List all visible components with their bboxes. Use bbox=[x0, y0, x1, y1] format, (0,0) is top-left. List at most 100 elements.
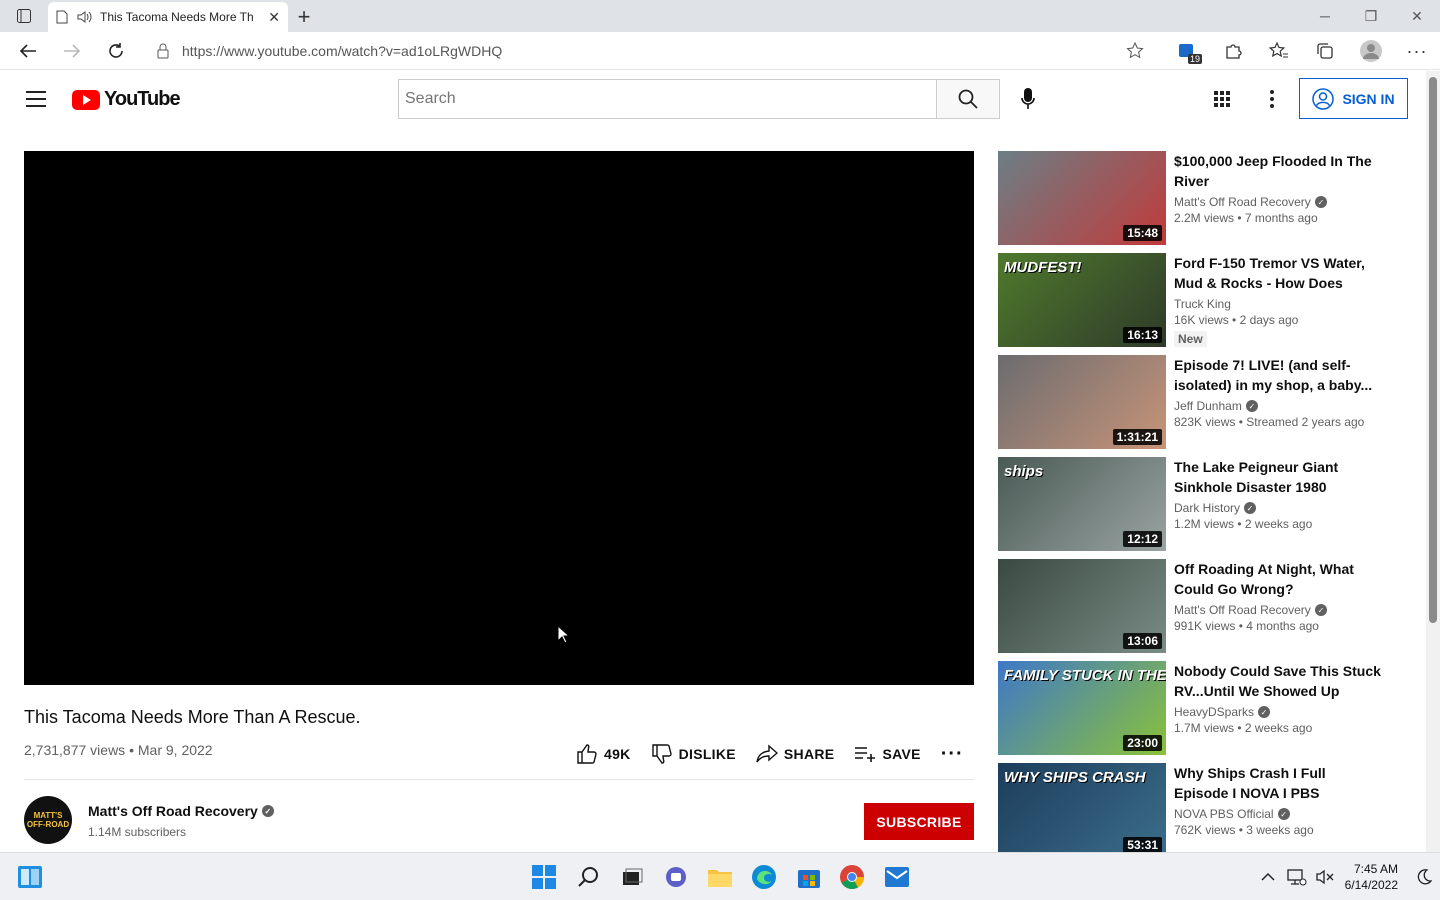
recommendation-title[interactable]: $100,000 Jeep Flooded In The River bbox=[1174, 151, 1384, 191]
recommendation-channel[interactable]: NOVA PBS Official ✓ bbox=[1174, 807, 1384, 821]
refresh-button[interactable] bbox=[94, 32, 138, 70]
profile-button[interactable] bbox=[1348, 32, 1394, 70]
tab-actions-button[interactable] bbox=[0, 0, 48, 32]
sign-in-button[interactable]: SIGN IN bbox=[1299, 78, 1408, 119]
show-hidden-icons-button[interactable] bbox=[1253, 872, 1283, 882]
channel-avatar[interactable]: MATT'S OFF-ROAD bbox=[24, 796, 72, 844]
add-favorite-icon[interactable] bbox=[1126, 42, 1144, 60]
recommendation-title[interactable]: The Lake Peigneur Giant Sinkhole Disaste… bbox=[1174, 457, 1384, 497]
video-thumbnail[interactable]: FAMILY STUCK IN THE DESERT!!! 23:00 bbox=[998, 661, 1166, 755]
edge-button[interactable] bbox=[750, 863, 778, 891]
share-button[interactable]: SHARE bbox=[756, 744, 835, 764]
minimize-button[interactable]: ─ bbox=[1302, 0, 1348, 32]
recommendation-meta: 2.2M views • 7 months ago bbox=[1174, 211, 1318, 225]
recommendation-item[interactable]: 1:31:21 Episode 7! LIVE! (and self-isolat… bbox=[998, 355, 1388, 457]
recommendation-title[interactable]: Ford F-150 Tremor VS Water, Mud & Rocks … bbox=[1174, 253, 1384, 293]
recommendation-channel[interactable]: HeavyDSparks ✓ bbox=[1174, 705, 1384, 719]
restore-button[interactable]: ❐ bbox=[1348, 0, 1394, 32]
extensions-button[interactable] bbox=[1210, 32, 1256, 70]
recommendation-info: Why Ships Crash I Full Episode I NOVA I … bbox=[1174, 763, 1384, 865]
video-age: Streamed 2 years ago bbox=[1246, 415, 1365, 429]
recommendation-channel[interactable]: Dark History ✓ bbox=[1174, 501, 1384, 515]
recommendation-channel[interactable]: Matt's Off Road Recovery ✓ bbox=[1174, 195, 1384, 209]
teams-chat-button[interactable] bbox=[662, 863, 690, 891]
widgets-button[interactable] bbox=[16, 863, 44, 891]
moon-icon bbox=[1417, 869, 1432, 885]
notifications-button[interactable] bbox=[1408, 869, 1440, 885]
mouse-cursor-icon bbox=[557, 625, 571, 644]
video-thumbnail[interactable]: ships 12:12 bbox=[998, 457, 1166, 551]
extension-button[interactable]: 19 bbox=[1164, 32, 1210, 70]
video-thumbnail[interactable]: MUDFEST! 16:13 bbox=[998, 253, 1166, 347]
favorites-button[interactable] bbox=[1256, 32, 1302, 70]
view-count: 2,731,877 views bbox=[24, 742, 126, 758]
video-player[interactable] bbox=[24, 151, 974, 685]
chat-icon bbox=[666, 867, 686, 887]
close-tab-icon[interactable]: ✕ bbox=[268, 9, 280, 26]
account-icon bbox=[1312, 87, 1335, 110]
search-button[interactable] bbox=[936, 79, 1000, 119]
url-field[interactable]: https://www.youtube.com/watch?v=ad1oLRgW… bbox=[144, 36, 1156, 66]
recommendation-title[interactable]: Nobody Could Save This Stuck RV...Until … bbox=[1174, 661, 1384, 701]
subscribe-button[interactable]: SUBSCRIBE bbox=[864, 803, 974, 840]
video-thumbnail[interactable]: 1:31:21 bbox=[998, 355, 1166, 449]
recommendation-item[interactable]: MUDFEST! 16:13 Ford F-150 Tremor VS Water,… bbox=[998, 253, 1388, 355]
recommendation-item[interactable]: WHY SHIPS CRASH 53:31 Why Ships Crash I Fu… bbox=[998, 763, 1388, 865]
youtube-logo[interactable]: YouTube bbox=[72, 88, 181, 111]
hamburger-icon bbox=[26, 91, 46, 107]
mail-button[interactable] bbox=[883, 863, 911, 891]
video-duration: 23:00 bbox=[1123, 735, 1162, 751]
recommendation-channel[interactable]: Truck King bbox=[1174, 297, 1384, 311]
browser-menu-button[interactable]: ··· bbox=[1394, 32, 1440, 70]
network-button[interactable] bbox=[1283, 868, 1311, 886]
start-button[interactable] bbox=[530, 863, 558, 891]
browser-toolbar: 19 ··· bbox=[1164, 32, 1440, 70]
scrollbar-thumb[interactable] bbox=[1429, 77, 1437, 623]
recommendation-item[interactable]: FAMILY STUCK IN THE DESERT!!! 23:00 Nobody… bbox=[998, 661, 1388, 763]
youtube-play-icon bbox=[72, 89, 100, 110]
recommendation-title[interactable]: Episode 7! LIVE! (and self-isolated) in … bbox=[1174, 355, 1384, 395]
page-scrollbar[interactable] bbox=[1426, 71, 1440, 852]
taskbar-search-button[interactable] bbox=[575, 863, 603, 891]
video-thumbnail[interactable]: WHY SHIPS CRASH 53:31 bbox=[998, 763, 1166, 857]
channel-name: NOVA PBS Official bbox=[1174, 807, 1274, 821]
chrome-button[interactable] bbox=[838, 863, 866, 891]
dislike-button[interactable]: DISLIKE bbox=[651, 743, 736, 765]
settings-menu-button[interactable] bbox=[1258, 85, 1286, 113]
volume-button[interactable] bbox=[1311, 868, 1339, 886]
recommendation-item[interactable]: 13:06 Off Roading At Night, What Could Go… bbox=[998, 559, 1388, 661]
recommendation-channel[interactable]: Jeff Dunham ✓ bbox=[1174, 399, 1384, 413]
close-window-button[interactable]: ✕ bbox=[1394, 0, 1440, 32]
voice-search-button[interactable] bbox=[1010, 81, 1046, 117]
view-count: 823K views bbox=[1174, 415, 1236, 429]
recommendation-meta: 1.2M views • 2 weeks ago bbox=[1174, 517, 1313, 531]
search-input[interactable] bbox=[398, 79, 937, 119]
verified-icon: ✓ bbox=[1314, 196, 1327, 208]
channel-name-link[interactable]: Matt's Off Road Recovery ✓ bbox=[88, 803, 274, 819]
speaker-icon[interactable] bbox=[76, 10, 92, 24]
clock[interactable]: 7:45 AM 6/14/2022 bbox=[1345, 861, 1398, 893]
recommendation-item[interactable]: 15:48 $100,000 Jeep Flooded In The River M… bbox=[998, 151, 1388, 253]
like-button[interactable]: 49K bbox=[576, 743, 631, 765]
recommendation-title[interactable]: Off Roading At Night, What Could Go Wron… bbox=[1174, 559, 1384, 599]
guide-menu-button[interactable] bbox=[22, 85, 50, 113]
store-button[interactable] bbox=[795, 863, 823, 891]
browser-tab[interactable]: This Tacoma Needs More Th ✕ bbox=[48, 2, 288, 32]
video-thumbnail[interactable]: 15:48 bbox=[998, 151, 1166, 245]
back-arrow-icon bbox=[19, 43, 36, 58]
forward-button[interactable] bbox=[50, 32, 94, 70]
recommendation-item[interactable]: ships 12:12 The Lake Peigneur Giant Sinkho… bbox=[998, 457, 1388, 559]
youtube-apps-button[interactable] bbox=[1208, 85, 1236, 113]
save-button[interactable]: SAVE bbox=[854, 745, 920, 763]
file-explorer-button[interactable] bbox=[706, 863, 734, 891]
recommendation-title[interactable]: Why Ships Crash I Full Episode I NOVA I … bbox=[1174, 763, 1384, 803]
more-actions-button[interactable]: ··· bbox=[941, 743, 964, 766]
back-button[interactable] bbox=[6, 32, 50, 70]
video-thumbnail[interactable]: 13:06 bbox=[998, 559, 1166, 653]
new-tab-button[interactable]: + bbox=[288, 2, 320, 32]
task-view-button[interactable] bbox=[618, 863, 646, 891]
collections-button[interactable] bbox=[1302, 32, 1348, 70]
widgets-icon bbox=[18, 866, 42, 888]
video-duration: 1:31:21 bbox=[1112, 429, 1162, 445]
recommendation-channel[interactable]: Matt's Off Road Recovery ✓ bbox=[1174, 603, 1384, 617]
